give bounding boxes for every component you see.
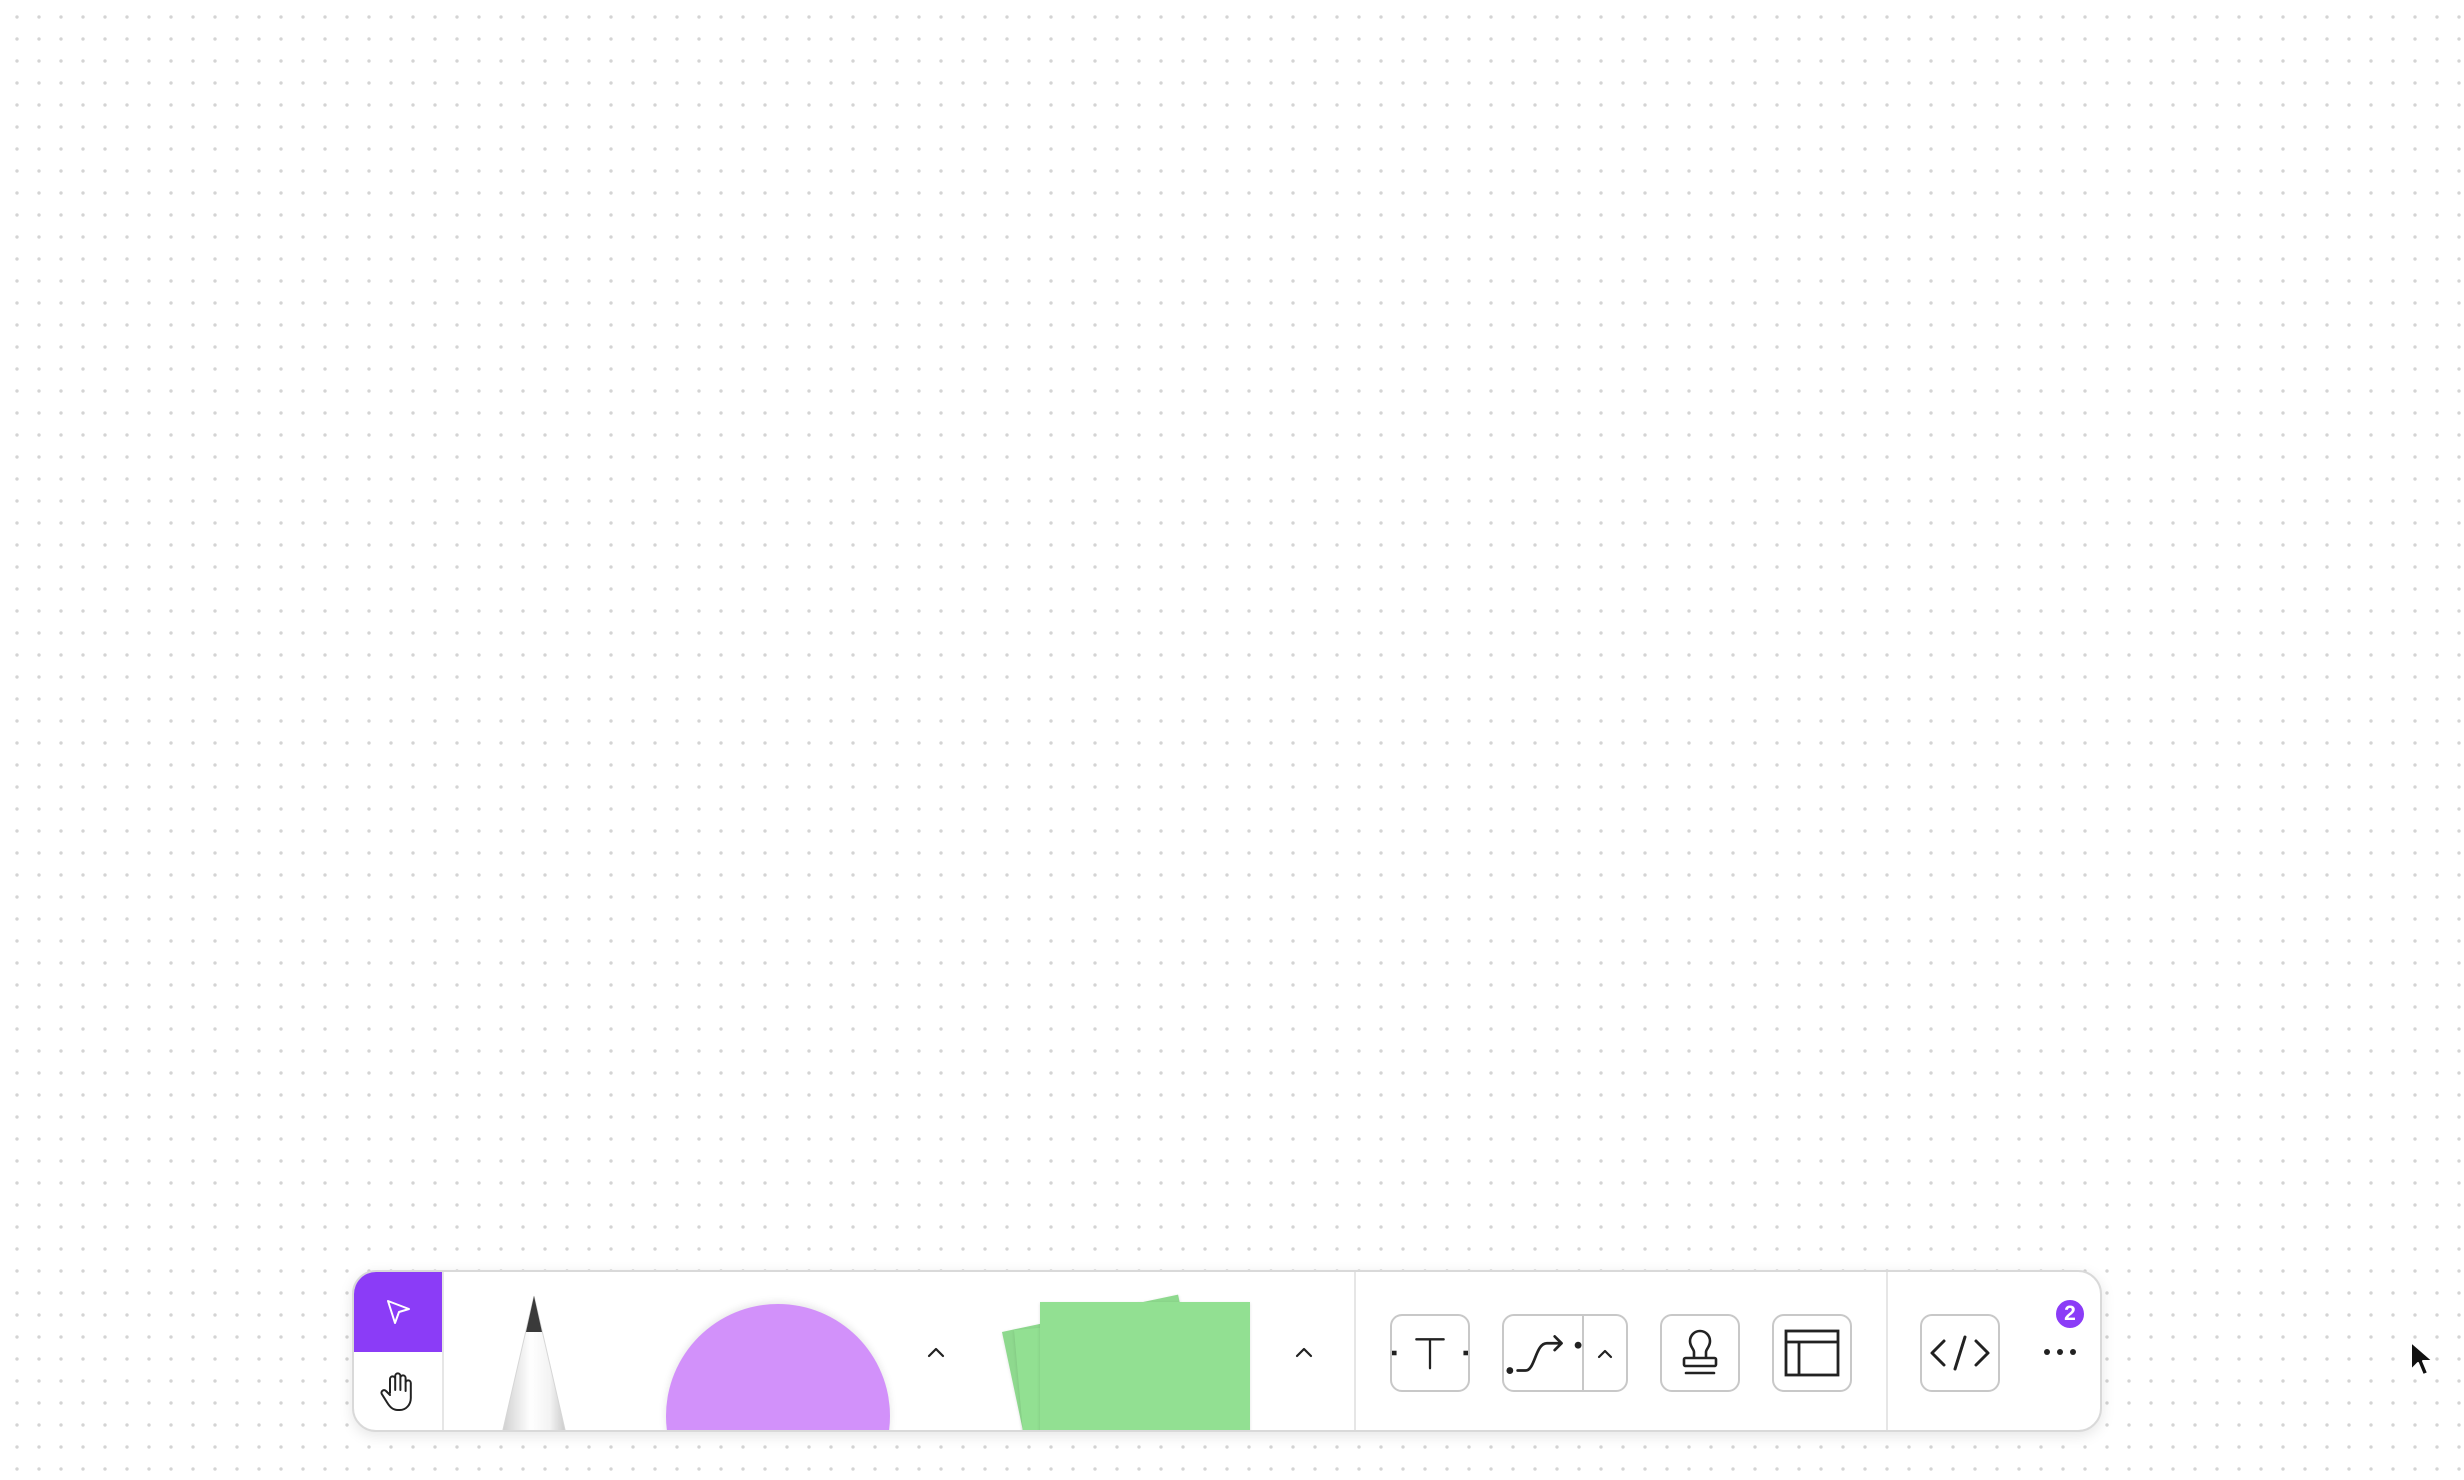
section-icon <box>1784 1329 1840 1377</box>
more-tools-button[interactable] <box>2034 1322 2086 1382</box>
stamp-icon <box>1682 1329 1718 1375</box>
connector-tool-group <box>1502 1314 1628 1392</box>
text-tool-button[interactable] <box>1390 1314 1470 1392</box>
hand-icon <box>380 1372 412 1411</box>
code-tool-button[interactable] <box>1920 1314 2000 1392</box>
pencil-tool[interactable] <box>484 1294 584 1430</box>
section-tool-button[interactable] <box>1772 1314 1852 1392</box>
bottom-toolbar: 2 <box>352 1270 2102 1432</box>
chevron-up-icon <box>927 1347 945 1358</box>
select-mode-button[interactable] <box>354 1272 442 1352</box>
toolbar-divider <box>1886 1272 1888 1430</box>
connector-tool-button[interactable] <box>1504 1316 1582 1390</box>
chevron-up-icon <box>1295 1347 1313 1358</box>
text-tool-icon <box>1392 1338 1468 1370</box>
sticky-expand-button[interactable] <box>1284 1332 1324 1372</box>
shapes-expand-button[interactable] <box>916 1332 956 1372</box>
mouse-cursor-icon <box>2410 1341 2434 1376</box>
pointer-arrow-icon <box>387 1300 410 1324</box>
stamp-tool-button[interactable] <box>1660 1314 1740 1392</box>
more-dots-icon <box>2044 1349 2076 1355</box>
toolbar-divider <box>1354 1272 1356 1430</box>
more-tools-badge: 2 <box>2054 1298 2086 1330</box>
hand-mode-button[interactable] <box>354 1352 442 1430</box>
connector-icon <box>1506 1335 1582 1374</box>
chevron-up-icon <box>1597 1349 1613 1359</box>
whiteboard-canvas[interactable] <box>0 0 2464 1480</box>
connector-expand-button[interactable] <box>1584 1316 1626 1390</box>
mode-selector <box>354 1272 444 1430</box>
circle-shape-icon[interactable] <box>666 1304 890 1430</box>
sticky-note-icon[interactable] <box>994 1294 1254 1430</box>
code-icon <box>1930 1335 1990 1371</box>
pencil-icon <box>502 1295 566 1430</box>
